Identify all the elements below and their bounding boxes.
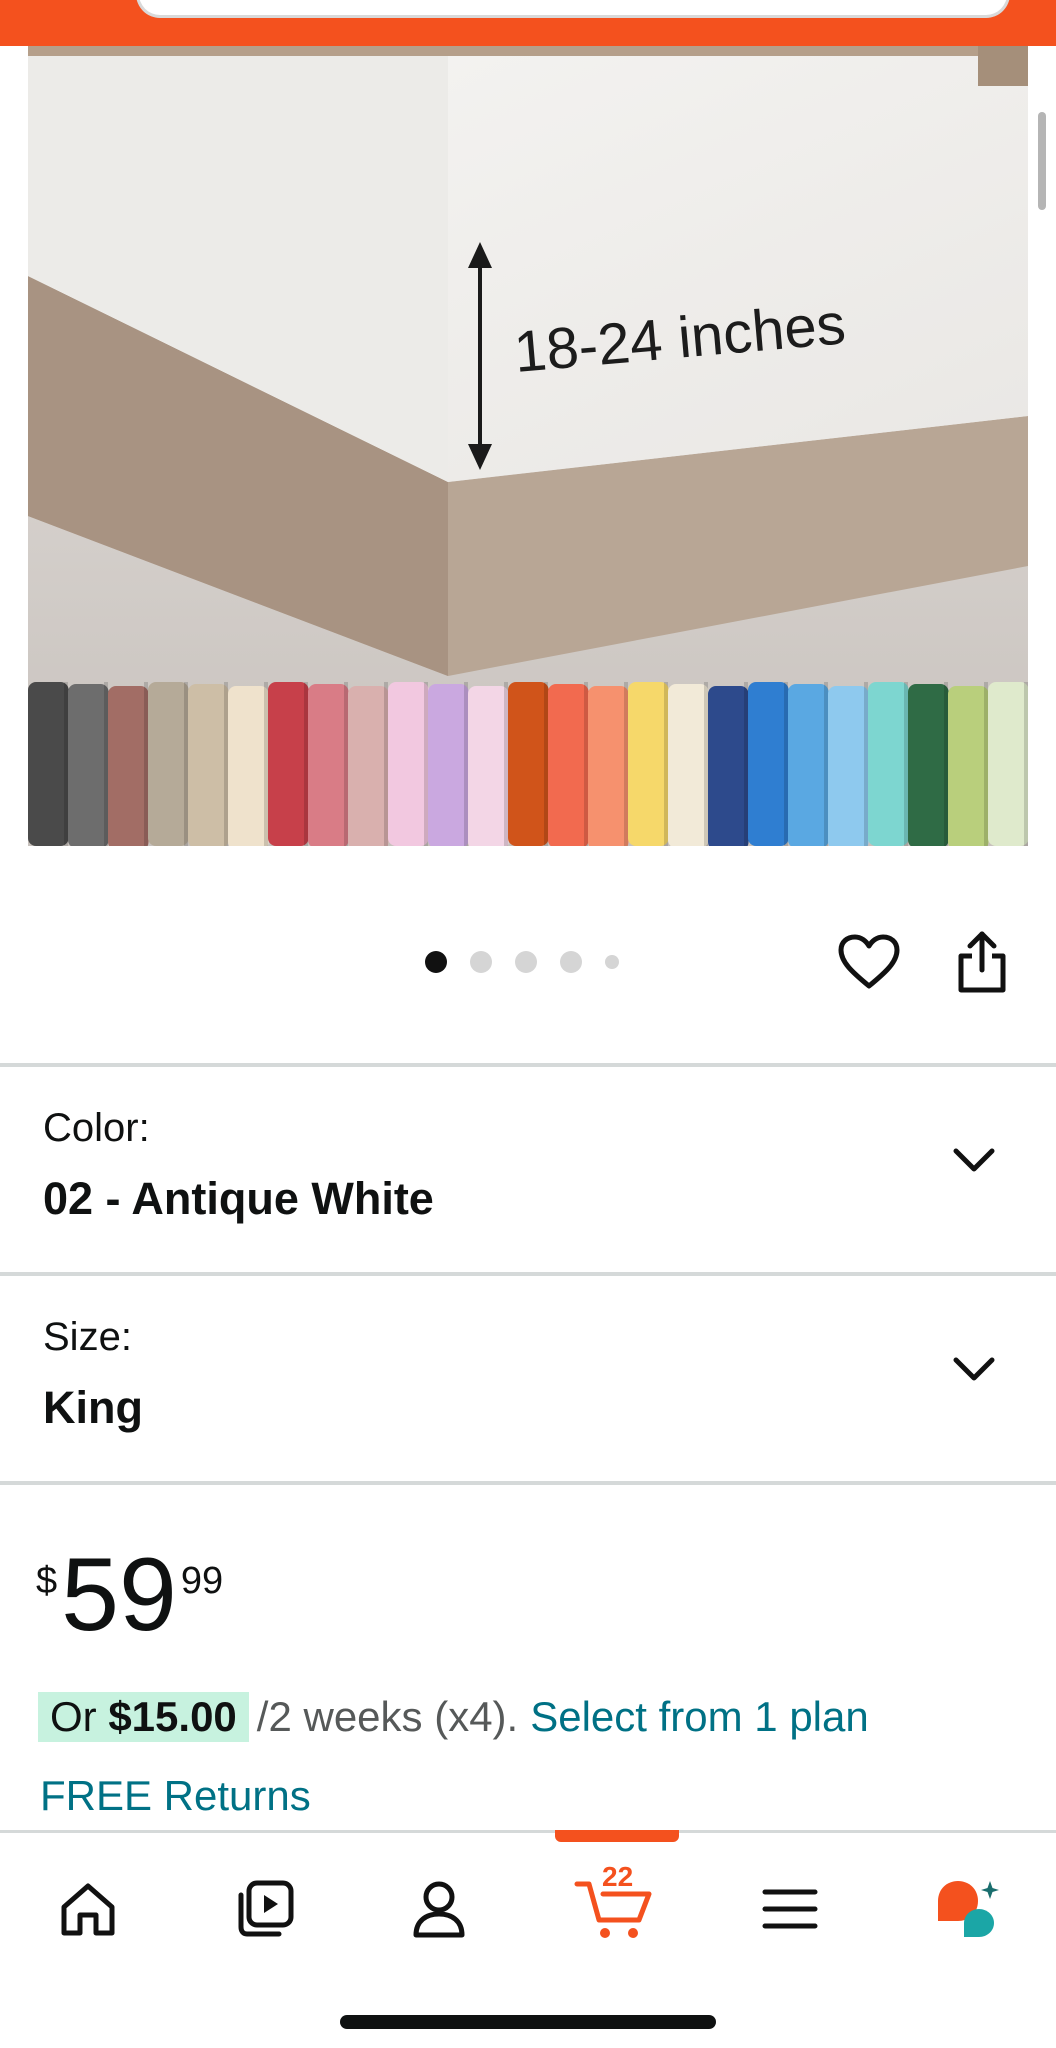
- color-swatch-shadow: [64, 682, 68, 846]
- nav-home[interactable]: [52, 1873, 124, 1945]
- color-swatch: [428, 684, 469, 846]
- installment-terms: /2 weeks (x4).: [256, 1693, 519, 1740]
- color-swatch: [508, 682, 549, 846]
- color-swatch-shadow: [864, 682, 868, 846]
- color-selector[interactable]: Color: 02 - Antique White: [0, 1067, 1056, 1271]
- color-swatch: [748, 682, 789, 846]
- color-swatch-shadow: [704, 682, 708, 846]
- color-swatch: [988, 682, 1028, 846]
- price: $ 59 99: [36, 1540, 223, 1660]
- color-swatch: [348, 686, 389, 846]
- color-swatch-shadow: [424, 682, 428, 846]
- account-icon: [413, 1881, 465, 1938]
- divider: [0, 1481, 1056, 1485]
- color-swatch: [468, 686, 509, 846]
- color-swatch: [188, 684, 229, 846]
- home-icon: [61, 1883, 115, 1936]
- carousel-dot-5[interactable]: [605, 955, 619, 969]
- home-indicator: [340, 2015, 716, 2029]
- carousel-dot-2[interactable]: [470, 951, 492, 973]
- color-swatch: [588, 686, 629, 846]
- color-swatch: [908, 684, 949, 846]
- color-swatch: [548, 684, 589, 846]
- price-symbol: $: [36, 1560, 58, 1602]
- color-swatch: [108, 686, 149, 846]
- chevron-down-icon[interactable]: [950, 1139, 998, 1179]
- color-swatch-shadow: [624, 682, 628, 846]
- installment-offer: Or $15.00 /2 weeks (x4). Select from 1 p…: [38, 1690, 869, 1744]
- color-swatch-shadow: [384, 682, 388, 846]
- color-swatch-shadow: [104, 682, 108, 846]
- free-returns-link[interactable]: FREE Returns: [40, 1770, 311, 1822]
- search-bar[interactable]: [136, 0, 1010, 18]
- color-swatch-shadow: [584, 682, 588, 846]
- color-swatch-shadow: [264, 682, 268, 846]
- color-swatch-shadow: [304, 682, 308, 846]
- select-plan-link[interactable]: Select from 1 plan: [530, 1690, 869, 1744]
- color-swatch-shadow: [544, 682, 548, 846]
- color-swatch-shadow: [664, 682, 668, 846]
- installment-amount: $15.00: [108, 1693, 237, 1740]
- color-swatch-shadow: [224, 682, 228, 846]
- bottom-nav: 22: [0, 1830, 1056, 2048]
- installment-badge: Or $15.00: [38, 1692, 249, 1742]
- color-swatch-shadow: [784, 682, 788, 846]
- color-swatch-shadow: [464, 682, 468, 846]
- color-swatch: [268, 682, 309, 846]
- color-swatch: [668, 684, 709, 846]
- color-value: 02 - Antique White: [43, 1173, 434, 1224]
- video-icon: [238, 1880, 294, 1937]
- carousel-dot-3[interactable]: [515, 951, 537, 973]
- carousel-dot-4[interactable]: [560, 951, 582, 973]
- heart-icon[interactable]: [836, 932, 902, 992]
- color-swatch-shadow: [504, 682, 508, 846]
- color-swatch: [228, 686, 269, 846]
- share-icon[interactable]: [950, 928, 1014, 996]
- color-swatch: [148, 682, 189, 846]
- color-swatch: [28, 682, 69, 846]
- color-swatch-shadow: [984, 682, 988, 846]
- color-swatch-shadow: [344, 682, 348, 846]
- nav-account[interactable]: [403, 1873, 475, 1945]
- size-selector[interactable]: Size: King: [0, 1276, 1056, 1480]
- color-swatch-shadow: [944, 682, 948, 846]
- color-swatch: [708, 686, 749, 846]
- color-label: Color:: [43, 1106, 150, 1150]
- assistant-icon: [938, 1881, 999, 1937]
- color-swatch-shadow: [184, 682, 188, 846]
- chevron-down-icon[interactable]: [950, 1348, 998, 1388]
- nav-video[interactable]: [229, 1873, 301, 1945]
- color-swatch-shadow: [824, 682, 828, 846]
- size-label: Size:: [43, 1315, 132, 1359]
- scrollbar-thumb[interactable]: [1038, 112, 1046, 210]
- color-swatch: [308, 684, 349, 846]
- color-swatch-shadow: [904, 682, 908, 846]
- color-swatch: [828, 686, 869, 846]
- product-photo: 18-24 inches: [28, 46, 1028, 846]
- price-whole: 59: [61, 1537, 177, 1653]
- color-swatch: [68, 684, 109, 846]
- cart-count-badge: 22: [602, 1861, 634, 1892]
- nav-menu[interactable]: [754, 1873, 826, 1945]
- color-swatch: [628, 682, 669, 846]
- color-swatch: [388, 682, 429, 846]
- size-value: King: [43, 1382, 143, 1433]
- color-swatch-strip: [28, 682, 1028, 846]
- active-tab-indicator: [555, 1830, 679, 1842]
- carousel-dot-1[interactable]: [425, 951, 447, 973]
- menu-icon: [762, 1889, 818, 1929]
- header-bar: [0, 0, 1056, 46]
- nav-assistant[interactable]: [932, 1873, 1004, 1945]
- carousel-dots[interactable]: [425, 951, 619, 973]
- color-swatch-shadow: [144, 682, 148, 846]
- installment-prefix: Or: [50, 1693, 109, 1740]
- price-fraction: 99: [180, 1560, 224, 1602]
- color-swatch: [948, 686, 989, 846]
- color-swatch-shadow: [744, 682, 748, 846]
- color-swatch-shadow: [1024, 682, 1028, 846]
- color-swatch: [788, 684, 829, 846]
- product-detail-page: 18-24 inches Color: 02 - Antique White S…: [0, 0, 1056, 2048]
- product-image[interactable]: 18-24 inches: [28, 46, 1028, 846]
- color-swatch: [868, 682, 909, 846]
